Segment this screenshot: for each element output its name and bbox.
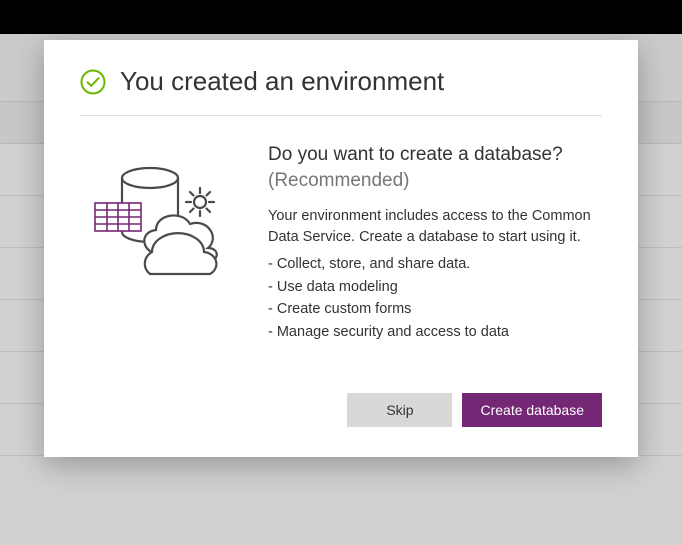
dialog-title: You created an environment bbox=[120, 66, 444, 97]
feature-item: - Manage security and access to data bbox=[268, 321, 602, 343]
feature-item: - Create custom forms bbox=[268, 298, 602, 320]
recommended-label: (Recommended) bbox=[268, 170, 602, 192]
create-database-dialog: You created an environment bbox=[44, 40, 638, 457]
database-illustration bbox=[80, 142, 240, 343]
feature-item: - Collect, store, and share data. bbox=[268, 253, 602, 275]
skip-button[interactable]: Skip bbox=[347, 393, 452, 427]
dialog-description: Your environment includes access to the … bbox=[268, 206, 602, 250]
feature-list: - Collect, store, and share data. - Use … bbox=[268, 253, 602, 343]
feature-item: - Use data modeling bbox=[268, 276, 602, 298]
create-database-button[interactable]: Create database bbox=[462, 393, 602, 427]
dialog-content: Do you want to create a database? (Recom… bbox=[268, 142, 602, 343]
dialog-body: Do you want to create a database? (Recom… bbox=[80, 116, 602, 343]
dialog-footer: Skip Create database bbox=[80, 393, 602, 427]
dialog-question: Do you want to create a database? bbox=[268, 142, 602, 168]
success-check-icon bbox=[80, 69, 106, 95]
modal-overlay: You created an environment bbox=[0, 0, 682, 545]
dialog-header: You created an environment bbox=[80, 66, 602, 116]
